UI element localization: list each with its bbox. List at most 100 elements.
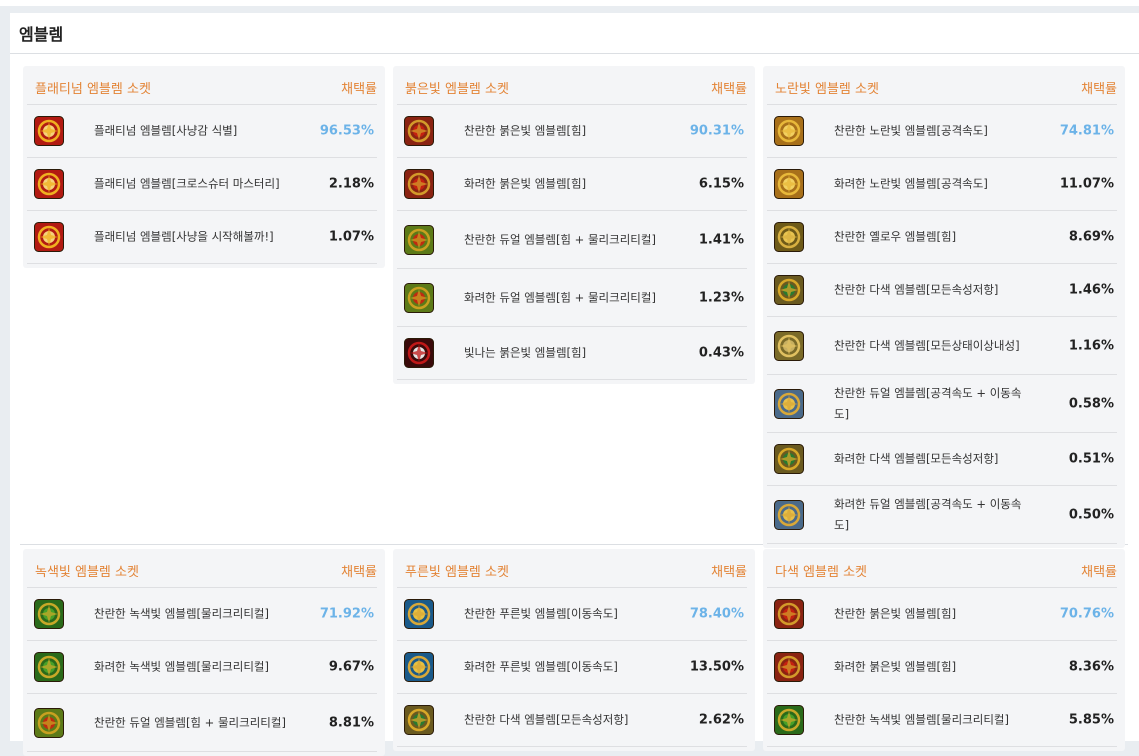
multicolor-emblem-icon [404, 705, 434, 735]
emblem-row[interactable]: 플래티넘 엠블렘[사냥감 식별] 96.53% [27, 105, 377, 158]
emblem-row[interactable]: 찬란한 듀얼 엠블렘[힘 + 물리크리티컬] 8.81% [27, 694, 377, 752]
card-header: 푸른빛 엠블렘 소켓 채택률 [397, 549, 747, 588]
dual-red-green-emblem-icon [404, 282, 434, 313]
emblem-name: 화려한 붉은빛 엠블렘[힘] [464, 176, 587, 191]
emblem-name: 화려한 다색 엠블렘[모든속성저항] [834, 451, 999, 466]
emblem-name: 화려한 푸른빛 엠블렘[이동속도] [464, 659, 618, 674]
emblem-name: 찬란한 푸른빛 엠블렘[이동속도] [464, 606, 618, 621]
emblem-socket-card: 푸른빛 엠블렘 소켓 채택률찬란한 푸른빛 엠블렘[이동속도] 78.40% 화려한 … [393, 549, 755, 751]
emblem-row[interactable]: 찬란한 듀얼 엠블렘[힘 + 물리크리티컬] 1.41% [397, 211, 747, 269]
emblem-row[interactable]: 찬란한 녹색빛 엠블렘[물리크리티컬] 71.92% [27, 588, 377, 641]
emblem-row[interactable]: 찬란한 옐로우 엠블렘[힘] 8.69% [767, 211, 1117, 264]
emblem-row[interactable]: 플래티넘 엠블렘[사냥을 시작해볼까!] 1.07% [27, 211, 377, 264]
adoption-rate: 0.43% [698, 345, 744, 361]
yellow-emblem-icon [774, 116, 804, 146]
emblem-row[interactable]: 찬란한 녹색빛 엠블렘[물리크리티컬] 5.85% [767, 694, 1117, 747]
adoption-rate: 2.62% [698, 712, 744, 728]
adoption-rate: 0.58% [1068, 396, 1114, 411]
card-title: 녹색빛 엠블렘 소켓 [35, 565, 139, 580]
red-emblem-icon [404, 116, 434, 146]
dual-yellow-blue-emblem-icon [774, 388, 804, 419]
emblem-name: 플래티넘 엠블렘[사냥감 식별] [94, 123, 238, 138]
card-header: 노란빛 엠블렘 소켓 채택률 [767, 66, 1117, 105]
emblem-row[interactable]: 찬란한 푸른빛 엠블렘[이동속도] 78.40% [397, 588, 747, 641]
multicolor-emblem-icon [774, 444, 804, 474]
emblem-name: 화려한 붉은빛 엠블렘[힘] [834, 659, 957, 674]
platinum-emblem-icon [34, 169, 64, 199]
adoption-rate: 8.36% [1068, 659, 1114, 675]
adoption-rate: 1.07% [328, 229, 374, 245]
emblem-row[interactable]: 찬란한 노란빛 엠블렘[공격속도] 74.81% [767, 105, 1117, 158]
emblem-name: 찬란한 녹색빛 엠블렘[물리크리티컬] [94, 606, 269, 621]
card-header: 플래티넘 엠블렘 소켓 채택률 [27, 66, 377, 105]
emblem-row[interactable]: 플래티넘 엠블렘[크로스슈터 마스터리] 2.18% [27, 158, 377, 211]
emblem-row[interactable]: 찬란한 다색 엠블렘[모든속성저항] 1.46% [767, 264, 1117, 317]
emblem-row[interactable]: 화려한 듀얼 엠블렘[공격속도 + 이동속도] 0.50% [767, 486, 1117, 544]
adoption-rate: 96.53% [319, 123, 374, 139]
adoption-rate: 70.76% [1059, 606, 1114, 622]
blue-emblem-icon [404, 652, 434, 682]
emblem-row[interactable]: 화려한 붉은빛 엠블렘[힘] 6.15% [397, 158, 747, 211]
emblem-row[interactable]: 화려한 녹색빛 엠블렘[물리크리티컬] 9.67% [27, 641, 377, 694]
emblem-row[interactable]: 화려한 듀얼 엠블렘[힘 + 물리크리티컬] 1.23% [397, 269, 747, 327]
emblem-row[interactable]: 화려한 다색 엠블렘[모든속성저항] 0.51% [767, 433, 1117, 486]
emblem-name: 찬란한 듀얼 엠블렘[힘 + 물리크리티컬] [464, 232, 656, 246]
emblem-row[interactable]: 화려한 노란빛 엠블렘[공격속도] 11.07% [767, 158, 1117, 211]
emblem-name: 화려한 듀얼 엠블렘[공격속도 + 이동속도] [834, 496, 1022, 532]
shining-red-emblem-icon [404, 338, 434, 368]
card-title: 노란빛 엠블렘 소켓 [775, 82, 879, 97]
green-emblem-icon [774, 705, 804, 735]
adoption-rate: 9.67% [328, 659, 374, 675]
rate-column-label: 채택률 [711, 565, 747, 580]
rate-column-label: 채택률 [341, 565, 377, 580]
card-footer-space [393, 747, 755, 751]
multicolor-status-emblem-icon [774, 330, 804, 361]
emblem-name: 찬란한 다색 엠블렘[모든속성저항] [464, 712, 629, 727]
emblem-name: 찬란한 듀얼 엠블렘[공격속도 + 이동속도] [834, 385, 1022, 421]
green-emblem-icon [34, 652, 64, 682]
emblem-row[interactable]: 화려한 붉은빛 엠블렘[힘] 8.36% [767, 641, 1117, 694]
emblem-name: 빛나는 붉은빛 엠블렘[힘] [464, 345, 587, 360]
emblem-name: 찬란한 노란빛 엠블렘[공격속도] [834, 123, 988, 138]
emblem-name: 찬란한 다색 엠블렘[모든속성저항] [834, 282, 999, 297]
emblem-name: 화려한 듀얼 엠블렘[힘 + 물리크리티컬] [464, 290, 656, 304]
dual-red-green-emblem-icon [34, 707, 64, 738]
adoption-rate: 0.50% [1068, 507, 1114, 522]
card-header: 다색 엠블렘 소켓 채택률 [767, 549, 1117, 588]
emblem-row[interactable]: 찬란한 다색 엠블렘[모든속성저항] 2.62% [397, 694, 747, 747]
emblem-row[interactable]: 찬란한 듀얼 엠블렘[공격속도 + 이동속도] 0.58% [767, 375, 1117, 433]
card-title: 플래티넘 엠블렘 소켓 [35, 82, 151, 97]
card-title: 푸른빛 엠블렘 소켓 [405, 565, 509, 580]
emblem-name: 찬란한 녹색빛 엠블렘[물리크리티컬] [834, 712, 1009, 727]
card-header: 붉은빛 엠블렘 소켓 채택률 [397, 66, 747, 105]
emblem-name: 화려한 노란빛 엠블렘[공격속도] [834, 176, 988, 191]
yellow-emblem-icon [774, 169, 804, 199]
adoption-rate: 1.46% [1068, 282, 1114, 298]
platinum-emblem-icon [34, 116, 64, 146]
card-footer-space [23, 264, 385, 268]
adoption-rate: 8.81% [328, 715, 374, 730]
adoption-rate: 11.07% [1059, 176, 1114, 192]
emblem-row[interactable]: 찬란한 붉은빛 엠블렘[힘] 90.31% [397, 105, 747, 158]
adoption-rate: 78.40% [689, 606, 744, 622]
emblem-row[interactable]: 찬란한 붉은빛 엠블렘[힘] 70.76% [767, 588, 1117, 641]
dual-yellow-blue-emblem-icon [774, 499, 804, 530]
panel-title: 엠블렘 [19, 25, 64, 44]
rate-column-label: 채택률 [711, 82, 747, 97]
card-title: 붉은빛 엠블렘 소켓 [405, 82, 509, 97]
top-strip [0, 0, 1139, 6]
adoption-rate: 1.16% [1068, 338, 1114, 353]
emblem-row[interactable]: 화려한 푸른빛 엠블렘[이동속도] 13.50% [397, 641, 747, 694]
emblem-name: 찬란한 듀얼 엠블렘[힘 + 물리크리티컬] [94, 715, 286, 729]
adoption-rate: 90.31% [689, 123, 744, 139]
emblem-name: 찬란한 붉은빛 엠블렘[힘] [834, 606, 957, 621]
emblem-row[interactable]: 찬란한 다색 엠블렘[모든상태이상내성] 1.16% [767, 317, 1117, 375]
emblem-row[interactable]: 빛나는 붉은빛 엠블렘[힘] 0.43% [397, 327, 747, 380]
panel-divider [10, 53, 1139, 54]
card-footer-space [763, 747, 1125, 751]
rate-column-label: 채택률 [1081, 565, 1117, 580]
emblem-panel: 엠블렘 플래티넘 엠블렘 소켓 채택률 플래티넘 엠블렘[사냥감 식별] 96.53%… [10, 13, 1139, 756]
red-emblem-icon [774, 652, 804, 682]
card-footer-space [23, 752, 385, 756]
emblem-socket-card: 붉은빛 엠블렘 소켓 채택률 찬란한 붉은빛 엠블렘[힘] 90.31% 화려한 붉은빛… [393, 66, 755, 384]
